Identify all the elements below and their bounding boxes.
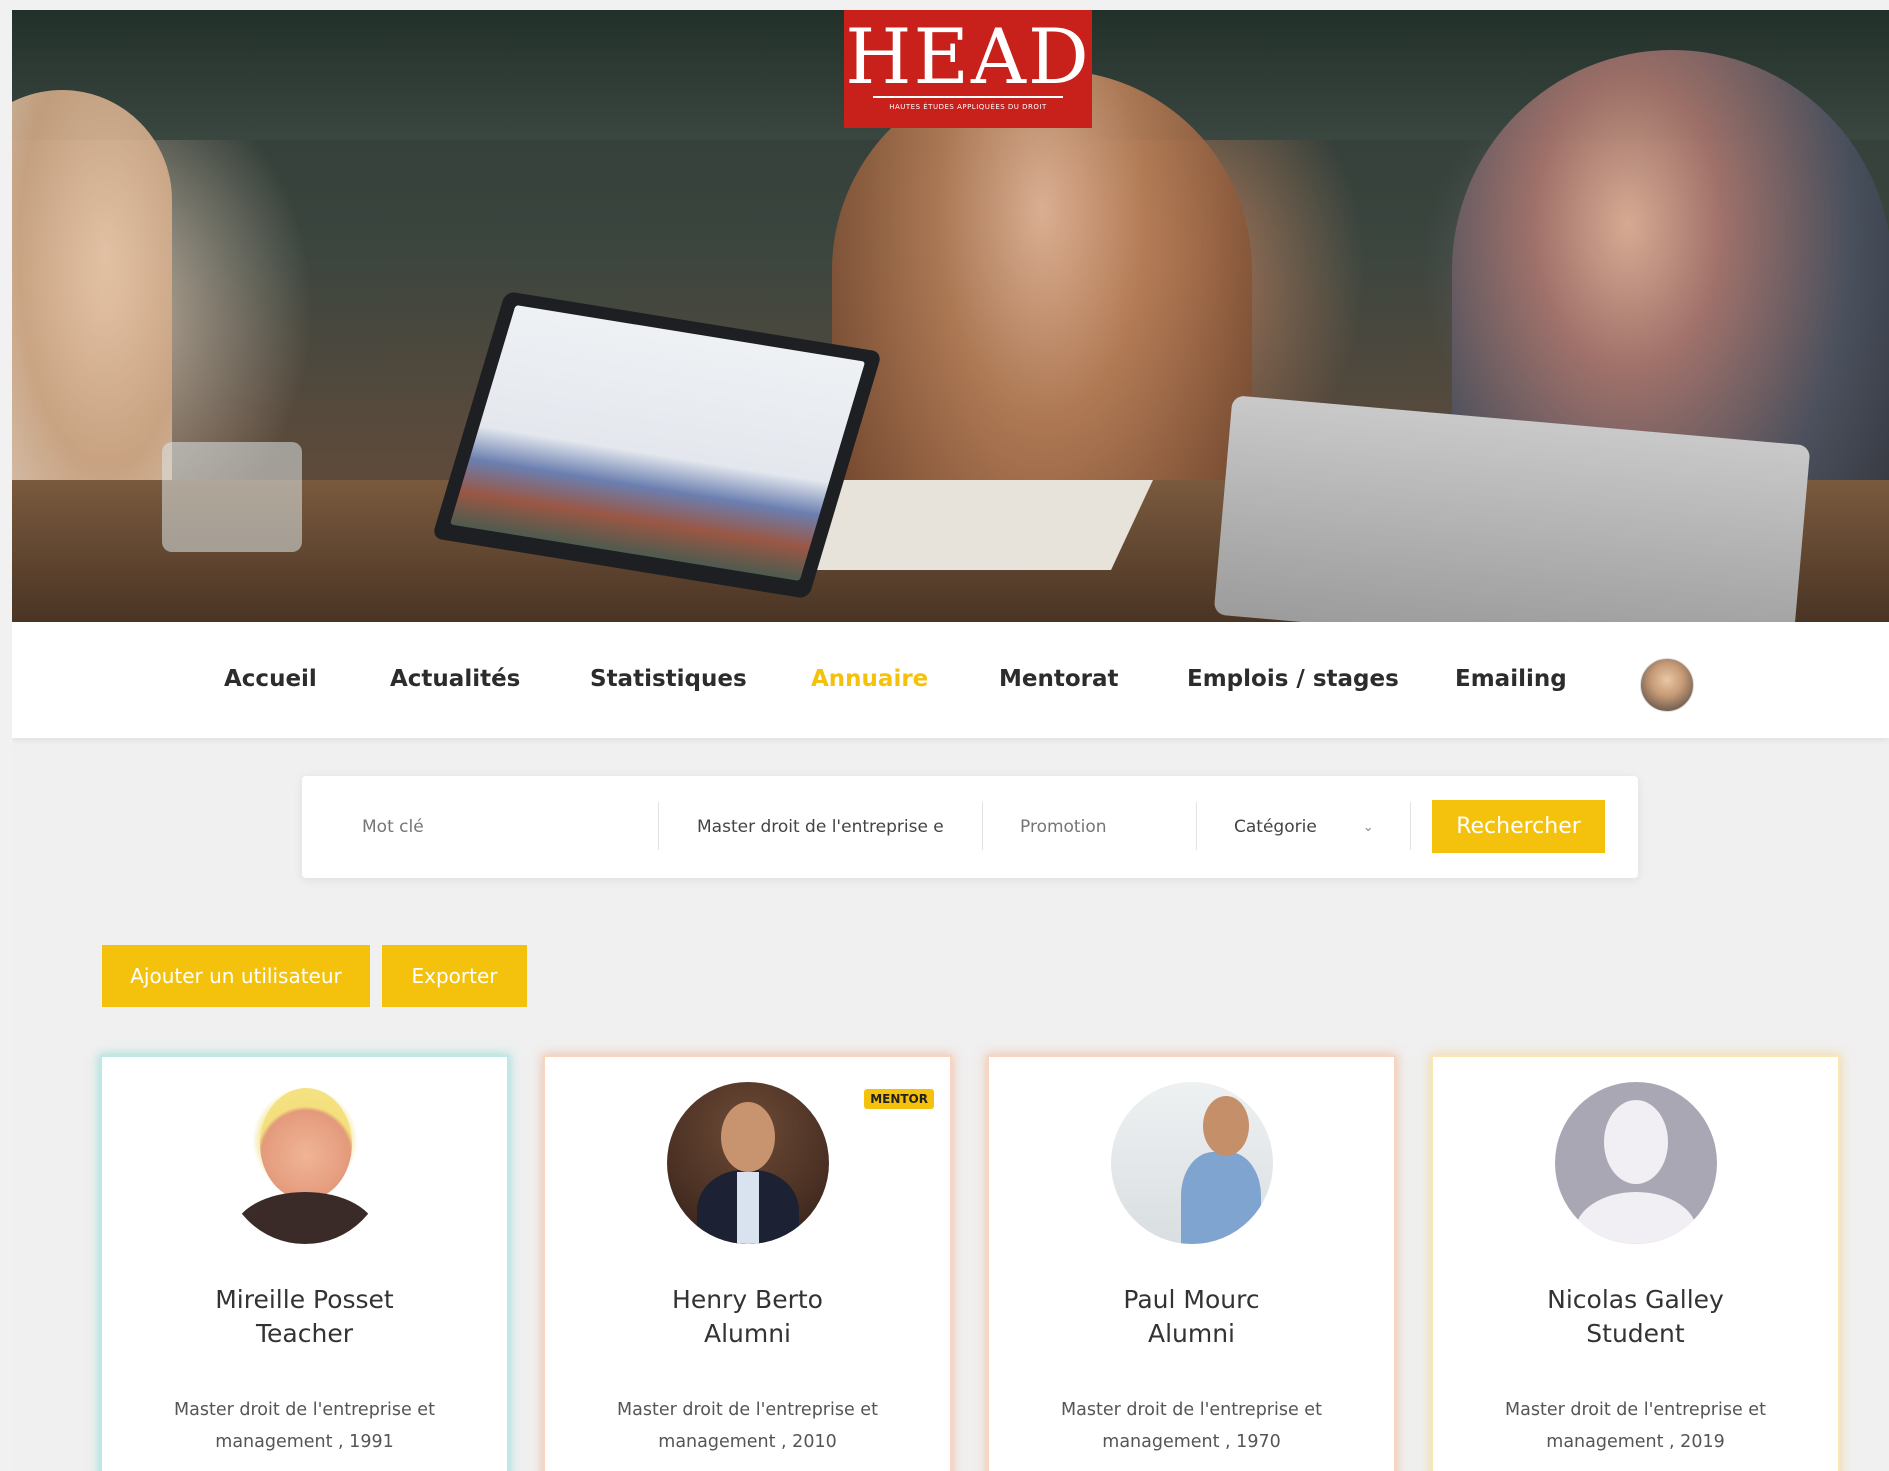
hero-glass — [162, 442, 302, 552]
promotion-field[interactable] — [1020, 776, 1180, 878]
nav-item-actualites[interactable]: Actualités — [390, 666, 520, 692]
user-name: Nicolas Galley — [1547, 1285, 1724, 1314]
nav-item-emailing[interactable]: Emailing — [1455, 666, 1567, 692]
nav-item-statistiques[interactable]: Statistiques — [590, 666, 747, 692]
search-bar: Master droit de l'entreprise e Catégorie… — [302, 776, 1638, 878]
search-divider — [658, 802, 659, 850]
user-card[interactable]: Nicolas Galley Student Master droit de l… — [1433, 1057, 1838, 1471]
search-button[interactable]: Rechercher — [1432, 800, 1605, 853]
search-divider — [1196, 802, 1197, 850]
user-avatar-icon[interactable] — [1640, 658, 1694, 712]
program-select-value: Master droit de l'entreprise e — [697, 817, 944, 837]
user-program: Master droit de l'entreprise et manageme… — [617, 1400, 878, 1452]
avatar — [1111, 1082, 1273, 1244]
logo-subtitle: HAUTES ÉTUDES APPLIQUÉES DU DROIT — [889, 103, 1047, 111]
user-role: Student — [1586, 1319, 1685, 1348]
logo-word: HEAD — [845, 12, 1091, 101]
avatar — [667, 1082, 829, 1244]
export-button[interactable]: Exporter — [382, 945, 527, 1007]
user-program: Master droit de l'entreprise et manageme… — [174, 1400, 435, 1452]
category-select-value: Catégorie — [1234, 817, 1317, 837]
user-role: Alumni — [1147, 1319, 1236, 1348]
user-name: Mireille Posset — [215, 1285, 394, 1314]
user-card[interactable]: Mireille Posset Teacher Master droit de … — [102, 1057, 507, 1471]
chevron-down-icon: ⌄ — [1362, 819, 1374, 835]
keyword-input[interactable] — [362, 817, 622, 837]
promotion-input[interactable] — [1020, 817, 1180, 837]
user-card[interactable]: Paul Mourc Alumni Master droit de l'entr… — [989, 1057, 1394, 1471]
main-nav: Accueil Actualités Statistiques Annuaire… — [12, 622, 1889, 738]
program-select[interactable]: Master droit de l'entreprise e — [697, 776, 952, 878]
head-logo[interactable]: HEAD HAUTES ÉTUDES APPLIQUÉES DU DROIT — [844, 10, 1092, 128]
user-card[interactable]: MENTOR Henry Berto Alumni Master droit d… — [545, 1057, 950, 1471]
default-avatar-icon — [1555, 1082, 1717, 1244]
avatar — [224, 1082, 386, 1244]
user-name: Henry Berto — [672, 1285, 823, 1314]
keyword-field[interactable] — [362, 776, 622, 878]
hero-banner: HEAD HAUTES ÉTUDES APPLIQUÉES DU DROIT — [12, 10, 1889, 622]
category-select[interactable]: Catégorie ⌄ — [1234, 776, 1404, 878]
user-program: Master droit de l'entreprise et manageme… — [1061, 1400, 1322, 1452]
page: HEAD HAUTES ÉTUDES APPLIQUÉES DU DROIT A… — [12, 10, 1889, 1471]
search-divider — [982, 802, 983, 850]
user-role: Alumni — [703, 1319, 792, 1348]
user-program: Master droit de l'entreprise et manageme… — [1505, 1400, 1766, 1452]
nav-item-accueil[interactable]: Accueil — [224, 666, 317, 692]
nav-item-mentorat[interactable]: Mentorat — [999, 666, 1119, 692]
user-name: Paul Mourc — [1123, 1285, 1260, 1314]
nav-item-annuaire[interactable]: Annuaire — [811, 666, 928, 692]
mentor-badge: MENTOR — [864, 1089, 934, 1109]
search-divider — [1410, 802, 1411, 850]
nav-item-emplois-stages[interactable]: Emplois / stages — [1187, 666, 1399, 692]
user-role: Teacher — [256, 1319, 353, 1348]
add-user-button[interactable]: Ajouter un utilisateur — [102, 945, 370, 1007]
